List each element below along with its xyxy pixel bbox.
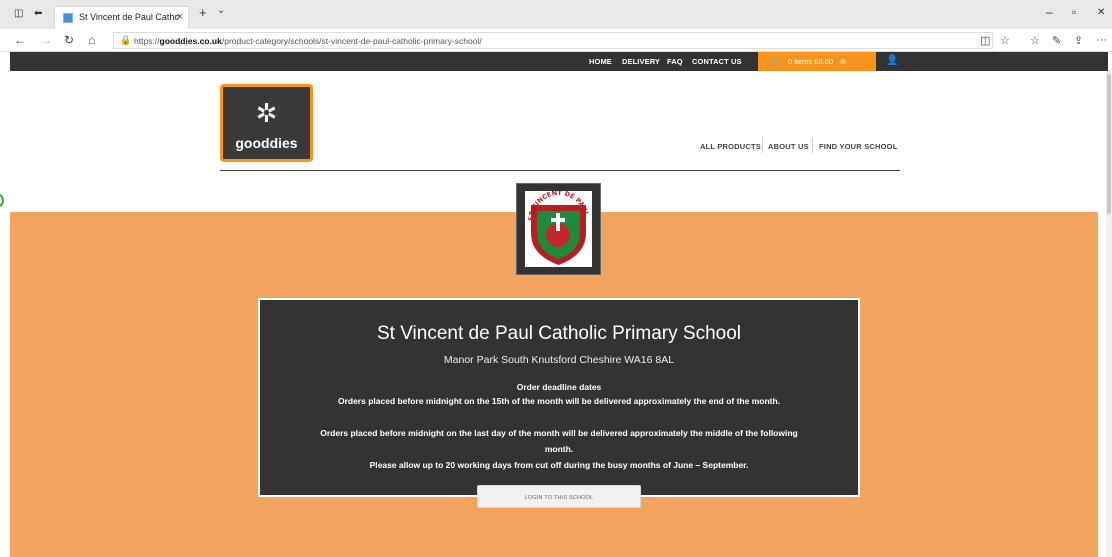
url-prefix: https://	[134, 36, 160, 46]
favorites-icon[interactable]: ☆	[1030, 34, 1040, 47]
login-to-school-button[interactable]: LOGIN TO THIS SCHOOL	[477, 485, 641, 508]
deadline-heading: Order deadline dates	[516, 382, 602, 392]
deadline-line-3: Please allow up to 20 working days from …	[369, 460, 749, 470]
refresh-icon[interactable]: ↻	[64, 33, 74, 47]
lock-icon: 🔒	[120, 35, 132, 45]
window-close-icon[interactable]: ✕	[1097, 7, 1105, 18]
reading-view-icon[interactable]: ◫	[980, 34, 990, 47]
browser-tab[interactable]: St Vincent de Paul Cathc ×	[54, 6, 189, 29]
deadline-line-2: Orders placed before midnight on the las…	[320, 428, 798, 454]
tab-menu-icon[interactable]: ⌄	[217, 5, 225, 16]
nav-all-products[interactable]: ALL PRODUCTS	[700, 142, 761, 151]
cart-arrow-icon: ⊕	[840, 57, 847, 66]
browser-tab-strip: ◫ ⬅ St Vincent de Paul Cathc × + ⌄ – ▫ ✕	[0, 0, 1112, 29]
school-name: St Vincent de Paul Catholic Primary Scho…	[377, 323, 741, 344]
tab-back-icon[interactable]: ⬅	[34, 8, 42, 19]
nav-delivery[interactable]: DELIVERY	[622, 57, 660, 66]
nav-home[interactable]: HOME	[589, 57, 612, 66]
nav-find-your-school[interactable]: FIND YOUR SCHOOL	[819, 142, 897, 151]
header-divider	[220, 170, 900, 171]
site-top-nav: HOME DELIVERY FAQ CONTACT US 🛒 0 items £0…	[10, 52, 1108, 71]
more-icon[interactable]: ···	[1096, 34, 1107, 46]
pen-icon[interactable]: ✎	[1052, 34, 1061, 47]
address-bar: ← → ↻ ⌂ 🔒 https://gooddies.co.uk/product…	[0, 29, 1112, 52]
share-icon[interactable]: ⇪	[1074, 34, 1083, 47]
home-icon[interactable]: ⌂	[88, 33, 95, 47]
url-host: gooddies.co.uk	[159, 36, 222, 46]
nav-divider	[762, 138, 763, 153]
favorite-icon[interactable]: ☆	[1000, 34, 1010, 47]
logo-text: gooddies	[235, 135, 298, 151]
cart-icon: 🛒	[770, 57, 780, 66]
logo-mark-icon: ✲	[255, 98, 278, 128]
crest-shield-icon: ST VINCENT DE PAUL	[527, 189, 590, 265]
site-logo[interactable]: ✲ gooddies	[220, 84, 313, 162]
forward-icon[interactable]: →	[40, 33, 52, 47]
school-info-panel: St Vincent de Paul Catholic Primary Scho…	[258, 298, 860, 497]
url-input[interactable]: 🔒 https://gooddies.co.uk/product-categor…	[113, 32, 993, 49]
nav-faq[interactable]: FAQ	[667, 57, 683, 66]
school-address: Manor Park South Knutsford Cheshire WA16…	[443, 354, 675, 366]
crest-frame: ST VINCENT DE PAUL	[525, 189, 592, 267]
new-tab-icon[interactable]: +	[199, 5, 207, 20]
nav-contact-us[interactable]: CONTACT US	[692, 57, 742, 66]
scrollbar-thumb[interactable]	[1107, 74, 1111, 214]
nav-divider	[812, 138, 813, 153]
cart-button[interactable]: 🛒 0 items £0.00 ⊕	[758, 52, 876, 71]
favicon-icon	[63, 13, 73, 23]
tab-title: St Vincent de Paul Cathc	[79, 12, 179, 22]
tab-close-icon[interactable]: ×	[177, 11, 183, 23]
minimize-icon[interactable]: –	[1046, 5, 1053, 19]
tab-actions-icon[interactable]: ◫	[14, 8, 23, 19]
nav-about-us[interactable]: ABOUT US	[768, 142, 809, 151]
back-icon[interactable]: ←	[14, 33, 26, 47]
school-crest: ST VINCENT DE PAUL	[516, 183, 601, 275]
url-path: /product-category/schools/st-vincent-de-…	[221, 36, 482, 46]
deadline-line-1: Orders placed before midnight on the 15t…	[337, 396, 781, 406]
maximize-icon[interactable]: ▫	[1072, 5, 1076, 19]
green-ring-icon	[0, 194, 4, 207]
user-icon[interactable]: 👤	[886, 55, 900, 68]
cart-label: 0 items £0.00	[787, 57, 833, 66]
